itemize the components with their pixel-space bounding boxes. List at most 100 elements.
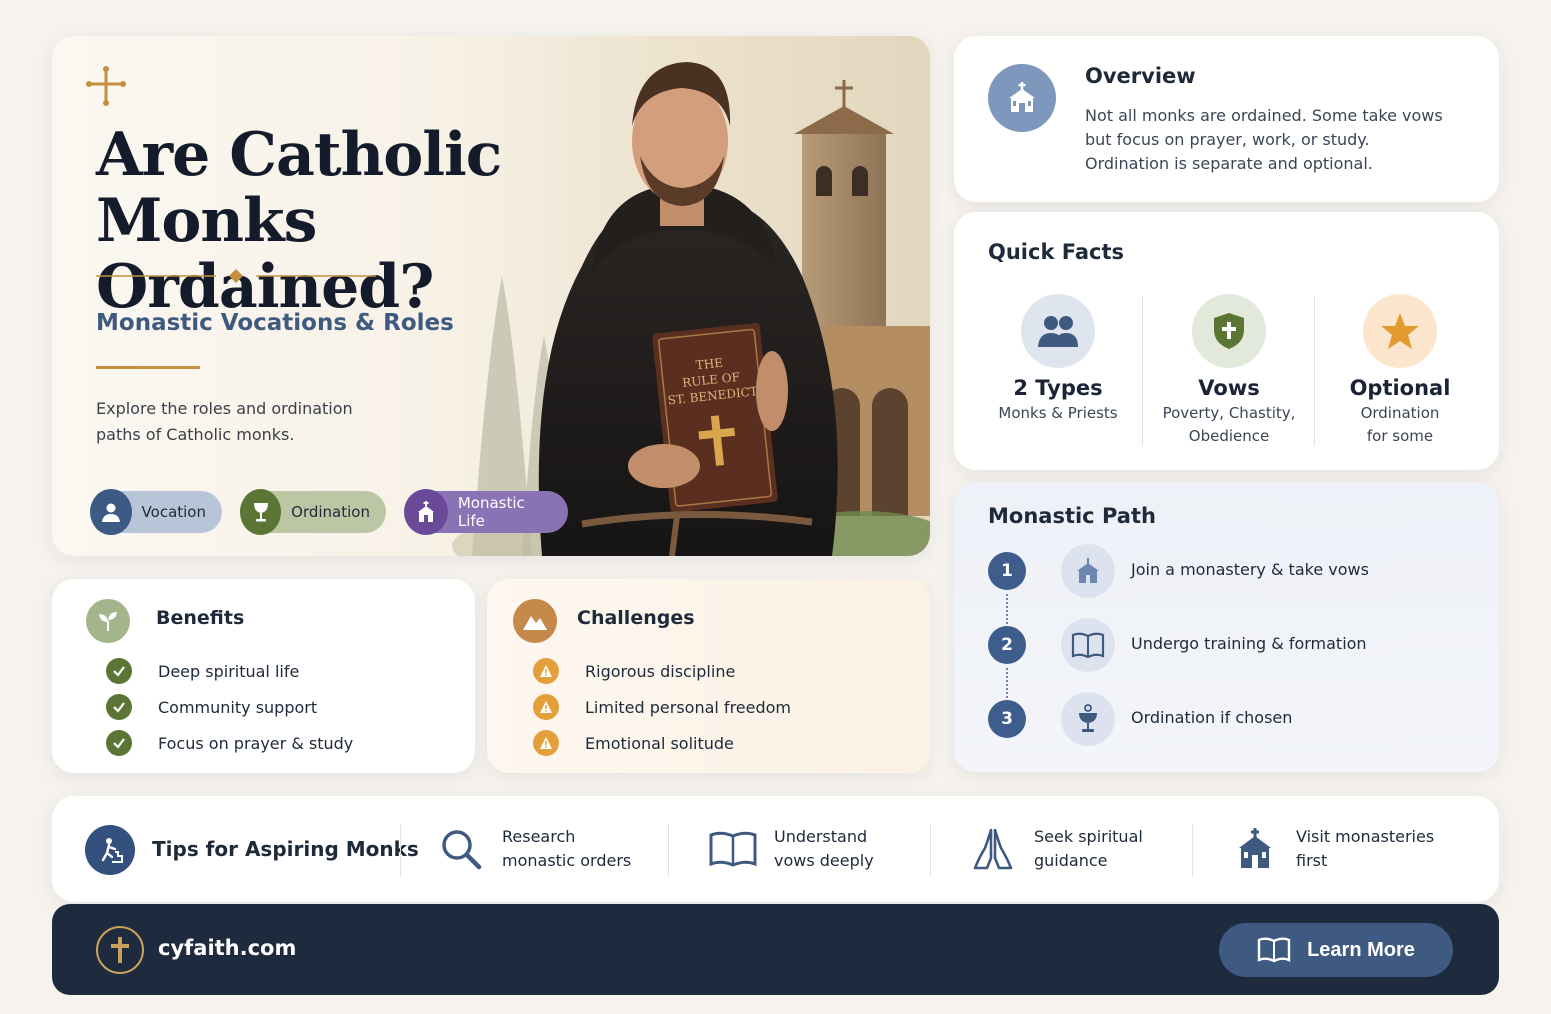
- list-item: Emotional solitude: [533, 725, 791, 761]
- shield-cross-icon: [1192, 294, 1266, 368]
- learn-more-button[interactable]: Learn More: [1219, 923, 1453, 977]
- tip-line1: Research: [502, 827, 576, 846]
- monastery-icon: [1061, 544, 1115, 598]
- fact-optional-value: Optional: [1349, 376, 1451, 400]
- cross-logo-icon: [96, 926, 144, 974]
- warning-icon: [533, 694, 559, 720]
- fact-vows-desc-line2: Obedience: [1188, 427, 1270, 445]
- people-icon: [1021, 294, 1095, 368]
- check-icon: [106, 694, 132, 720]
- fact-types-desc: Monks & Priests: [973, 402, 1143, 425]
- star-icon: [1363, 294, 1437, 368]
- path-step: 3 Ordination if chosen: [988, 692, 1468, 746]
- tips-divider: [400, 824, 401, 876]
- challenge-text: Emotional solitude: [585, 733, 734, 753]
- hero-subtitle: Monastic Vocations & Roles: [96, 310, 454, 336]
- page-title: Are Catholic Monks Ordained?: [96, 122, 576, 320]
- fact-vows-value: Vows: [1198, 376, 1260, 400]
- fact-optional-desc-line2: for some: [1366, 427, 1434, 445]
- mountain-icon: [513, 599, 557, 643]
- fact-optional-desc: Ordination for some: [1315, 402, 1485, 448]
- tips-divider: [930, 824, 931, 876]
- chalice-icon: [240, 489, 282, 535]
- monastic-path-card: Monastic Path 1 Join a monastery & take …: [954, 482, 1499, 772]
- site-name[interactable]: cyfaith.com: [158, 936, 296, 960]
- open-book-icon: [708, 824, 758, 874]
- benefits-card: Benefits Deep spiritual life Community s…: [52, 579, 475, 773]
- benefit-text: Deep spiritual life: [158, 661, 300, 681]
- tips-divider: [668, 824, 669, 876]
- learn-more-label: Learn More: [1307, 938, 1415, 961]
- church-icon: [404, 489, 448, 535]
- tip-line1: Visit monasteries: [1296, 827, 1435, 846]
- tip-line2: guidance: [1034, 851, 1108, 870]
- tip-line2: monastic orders: [502, 851, 632, 870]
- pill-ordination-label: Ordination: [291, 503, 370, 521]
- sprout-icon: [86, 599, 130, 643]
- tip-line1: Seek spiritual: [1034, 827, 1143, 846]
- fact-vows: Vows Poverty, Chastity, Obedience: [1144, 294, 1314, 448]
- fact-optional: Optional Ordination for some: [1315, 294, 1485, 448]
- chalice-icon: [1061, 692, 1115, 746]
- challenge-text: Rigorous discipline: [585, 661, 736, 681]
- overview-card: Overview Not all monks are ordained. Som…: [954, 36, 1499, 202]
- person-icon: [90, 489, 132, 535]
- check-icon: [106, 658, 132, 684]
- quick-facts-card: Quick Facts 2 Types Monks & Priests Vows…: [954, 212, 1499, 470]
- path-step: 2 Undergo training & formation: [988, 618, 1468, 672]
- step-text: Ordination if chosen: [1131, 708, 1293, 727]
- benefit-text: Focus on prayer & study: [158, 733, 354, 753]
- pill-monastic-life-label: Monastic Life: [457, 494, 525, 530]
- tip-item: Research monastic orders: [436, 824, 642, 874]
- challenges-card: Challenges Rigorous discipline Limited p…: [487, 579, 930, 773]
- footer-bar: cyfaith.com Learn More: [52, 904, 1499, 995]
- tip-line2: first: [1296, 851, 1328, 870]
- fact-optional-desc-line1: Ordination: [1360, 404, 1440, 422]
- benefits-list: Deep spiritual life Community support Fo…: [106, 653, 353, 761]
- list-item: Community support: [106, 689, 353, 725]
- ornamental-cross-icon: [86, 66, 126, 106]
- tip-line1: Understand: [774, 827, 868, 846]
- quick-facts-title: Quick Facts: [988, 240, 1124, 264]
- list-item: Deep spiritual life: [106, 653, 353, 689]
- pill-monastic-life[interactable]: Monastic Life: [404, 489, 568, 535]
- praying-hands-icon: [968, 824, 1018, 874]
- step-text: Join a monastery & take vows: [1131, 560, 1369, 579]
- fact-divider: [1142, 296, 1143, 446]
- tips-divider: [1192, 824, 1193, 876]
- list-item: Limited personal freedom: [533, 689, 791, 725]
- tip-item: Understand vows deeply: [708, 824, 914, 874]
- step-number: 2: [988, 626, 1026, 664]
- tips-card: Tips for Aspiring Monks Research monastic…: [52, 796, 1499, 902]
- monastery-icon: [988, 64, 1056, 132]
- hero-description: Explore the roles and ordination paths o…: [96, 399, 353, 444]
- climbing-person-icon: [85, 825, 135, 875]
- hero-card: THE RULE OF ST. BENEDICT Are Catholic Mo…: [52, 36, 930, 556]
- book-title-line1: THE: [695, 356, 724, 373]
- tips-title: Tips for Aspiring Monks: [152, 837, 419, 861]
- tip-line2: vows deeply: [774, 851, 874, 870]
- book-icon: [1061, 618, 1115, 672]
- challenges-list: Rigorous discipline Limited personal fre…: [533, 653, 791, 761]
- pill-ordination[interactable]: Ordination: [240, 489, 386, 535]
- list-item: Rigorous discipline: [533, 653, 791, 689]
- monastery-icon: [1230, 824, 1280, 874]
- list-item: Focus on prayer & study: [106, 725, 353, 761]
- pill-vocation[interactable]: Vocation: [90, 489, 222, 535]
- page-title-line1: Are Catholic: [96, 120, 502, 190]
- warning-icon: [533, 730, 559, 756]
- benefit-text: Community support: [158, 697, 318, 717]
- monastic-path-title: Monastic Path: [988, 504, 1156, 528]
- overview-text: Not all monks are ordained. Some take vo…: [1085, 106, 1443, 173]
- path-step: 1 Join a monastery & take vows: [988, 544, 1468, 598]
- step-text: Undergo training & formation: [1131, 634, 1367, 653]
- fact-vows-desc-line1: Poverty, Chastity,: [1162, 404, 1296, 422]
- fact-types-desc-line1: Monks & Priests: [998, 404, 1118, 422]
- subtitle-rule: [96, 366, 200, 369]
- challenges-title: Challenges: [577, 607, 695, 629]
- challenge-text: Limited personal freedom: [585, 697, 792, 717]
- magnifier-icon: [436, 824, 486, 874]
- step-number: 3: [988, 700, 1026, 738]
- pill-vocation-label: Vocation: [141, 503, 206, 521]
- ornamental-divider: [96, 269, 376, 283]
